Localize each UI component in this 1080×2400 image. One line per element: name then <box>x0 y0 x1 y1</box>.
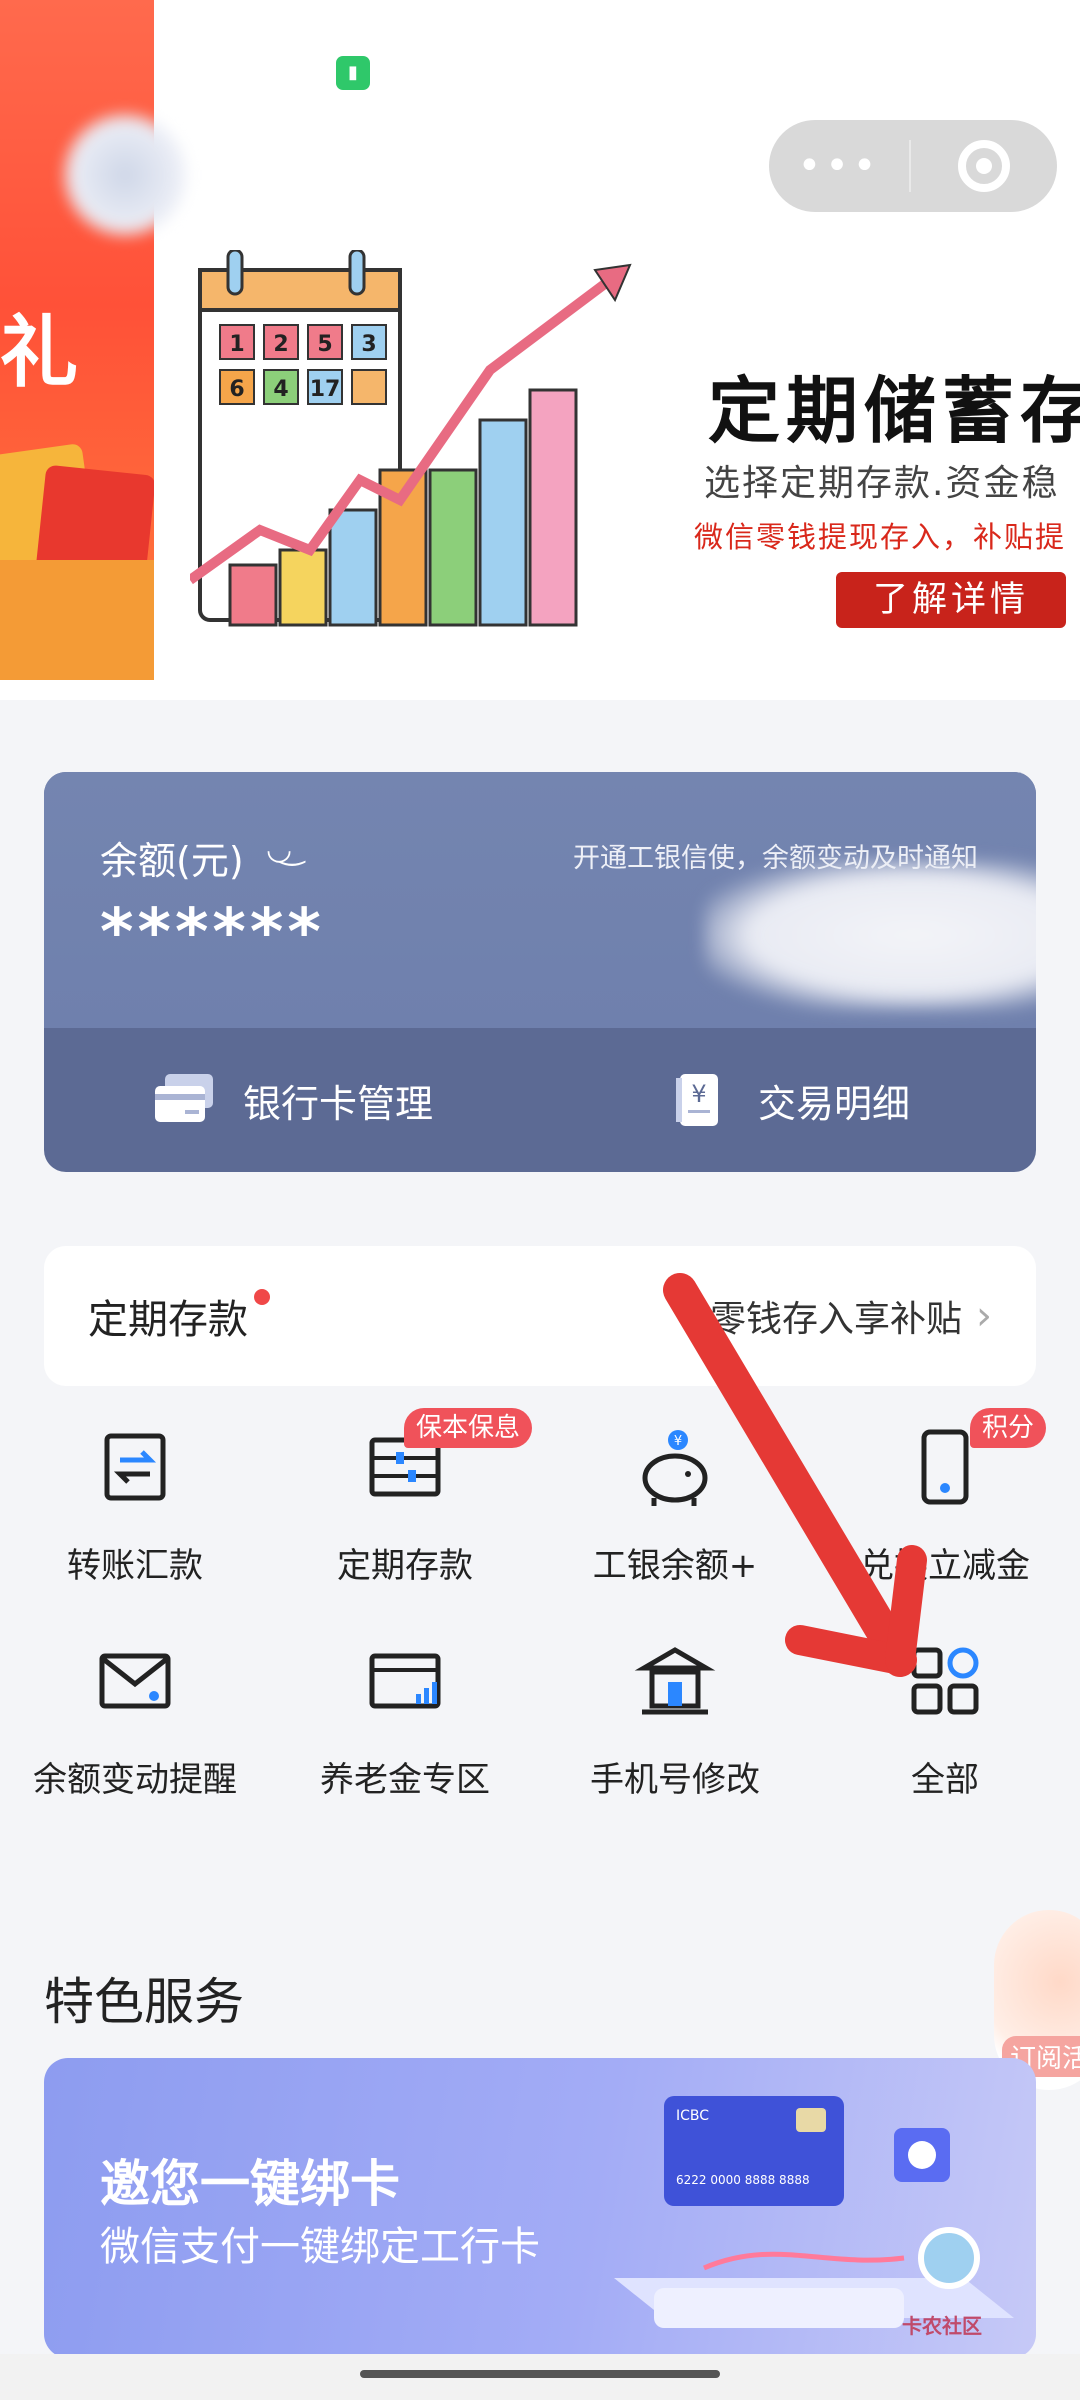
mini-program-capsule: ••• <box>769 120 1057 212</box>
target-close-icon <box>958 140 1010 192</box>
bind-card-title: 邀您一键绑卡 <box>100 2155 400 2213</box>
banner-dot <box>486 634 502 639</box>
prev-banner-slide[interactable]: 礼 <box>0 0 154 680</box>
svg-text:¥: ¥ <box>691 1080 706 1108</box>
balance-card: 余额(元) ◡͜ 开通工银信使，余额变动及时通知 ****** 银行卡管理 ¥ … <box>44 772 1036 1172</box>
tag-badge: 积分 <box>970 1408 1047 1448</box>
card-manage-button[interactable]: 银行卡管理 <box>44 1028 540 1172</box>
eye-closed-icon[interactable]: ◡͜ <box>266 832 292 867</box>
grid-item-time-deposit[interactable]: 保本保息 定期存款 <box>270 1408 540 1587</box>
grid-label: 转账汇款 <box>67 1546 203 1586</box>
chevron-right-icon: › <box>976 1293 992 1339</box>
close-mini-program-button[interactable] <box>911 140 1057 192</box>
calendar-number: 6 <box>229 377 244 402</box>
red-arrow-annotation <box>663 1273 927 1677</box>
card-number-text: 6222 0000 8888 8888 <box>676 2173 810 2187</box>
receipt-icon: ¥ <box>675 1074 718 1126</box>
more-menu-button[interactable]: ••• <box>769 120 909 212</box>
calendar-number: 17 <box>310 377 341 402</box>
icbc-mini-program-page: 礼 ▮ ••• 1 2 5 3 6 4 17 定期储蓄存 选择定期存款.资金稳 … <box>0 0 1080 2400</box>
bind-card-subtitle: 微信支付一键绑定工行卡 <box>100 2224 540 2270</box>
watermark-logo: 卡农社区 <box>902 2314 982 2338</box>
banner-dot <box>510 634 526 639</box>
balance-card-top: 余额(元) ◡͜ 开通工银信使，余额变动及时通知 ****** <box>44 772 1036 1028</box>
card-manage-label: 银行卡管理 <box>242 1081 433 1126</box>
gift-box-decoration <box>0 560 154 680</box>
mail-icon <box>99 1653 171 1709</box>
tag-badge: 保本保息 <box>404 1408 533 1448</box>
time-deposit-title: 定期存款 <box>88 1287 270 1345</box>
banner-dot <box>534 634 550 639</box>
banner-dot-active <box>450 634 478 639</box>
balance-card-actions: 银行卡管理 ¥ 交易明细 <box>44 1028 1036 1172</box>
blurred-region <box>704 860 1036 1010</box>
balance-amount: ****** <box>100 896 325 970</box>
bind-card-illustration: ICBC 6222 0000 8888 8888 <box>614 2096 1014 2328</box>
calendar-number: 3 <box>361 332 376 357</box>
battery-icon: ▮ <box>336 56 370 90</box>
grid-label: 养老金专区 <box>320 1760 490 1800</box>
notification-dot <box>254 1289 270 1305</box>
calendar-number: 5 <box>317 332 332 357</box>
calendar-number: 4 <box>273 377 288 402</box>
grid-item-pension[interactable]: 养老金专区 <box>270 1636 540 1801</box>
grid-label: 定期存款 <box>337 1546 473 1586</box>
promo-highlight: 微信零钱提现存入，补贴提 <box>694 520 1067 554</box>
grid-label: 全部 <box>911 1760 979 1800</box>
side-banner-text: 礼 <box>0 308 79 398</box>
grid-item-balance-alert[interactable]: 余额变动提醒 <box>0 1636 270 1801</box>
balance-label: 余额(元) <box>100 839 244 883</box>
calendar-growth-illustration: 1 2 5 3 6 4 17 <box>190 250 632 627</box>
section-title: 特色服务 <box>44 1973 244 2031</box>
calendar-number: 2 <box>273 332 288 357</box>
home-indicator[interactable] <box>360 2370 720 2378</box>
calendar-number: 1 <box>229 332 244 357</box>
transactions-label: 交易明细 <box>757 1081 910 1126</box>
grid-label: 手机号修改 <box>590 1760 760 1800</box>
learn-more-button[interactable]: 了解详情 <box>836 572 1066 628</box>
bank-card-icon <box>154 1074 213 1122</box>
transactions-button[interactable]: ¥ 交易明细 <box>540 1028 1036 1172</box>
bind-card-banner[interactable]: 邀您一键绑卡 微信支付一键绑定工行卡 ICBC 6222 0000 8888 8… <box>44 2058 1036 2358</box>
card-brand-text: ICBC <box>676 2108 709 2124</box>
promo-title: 定期储蓄存 <box>708 369 1080 453</box>
promo-subtitle: 选择定期存款.资金稳 <box>704 463 1060 504</box>
time-deposit-title-text: 定期存款 <box>88 1297 248 1343</box>
card-signal-icon <box>369 1653 441 1709</box>
grid-label: 余额变动提醒 <box>33 1760 237 1800</box>
grid-item-transfer[interactable]: 转账汇款 <box>0 1422 270 1587</box>
blurred-avatar <box>60 110 190 240</box>
transfer-icon <box>104 1433 166 1501</box>
top-banner-area: 礼 ▮ ••• 1 2 5 3 6 4 17 定期储蓄存 选择定期存款.资金稳 … <box>0 0 1080 700</box>
banner-pagination <box>450 634 550 639</box>
